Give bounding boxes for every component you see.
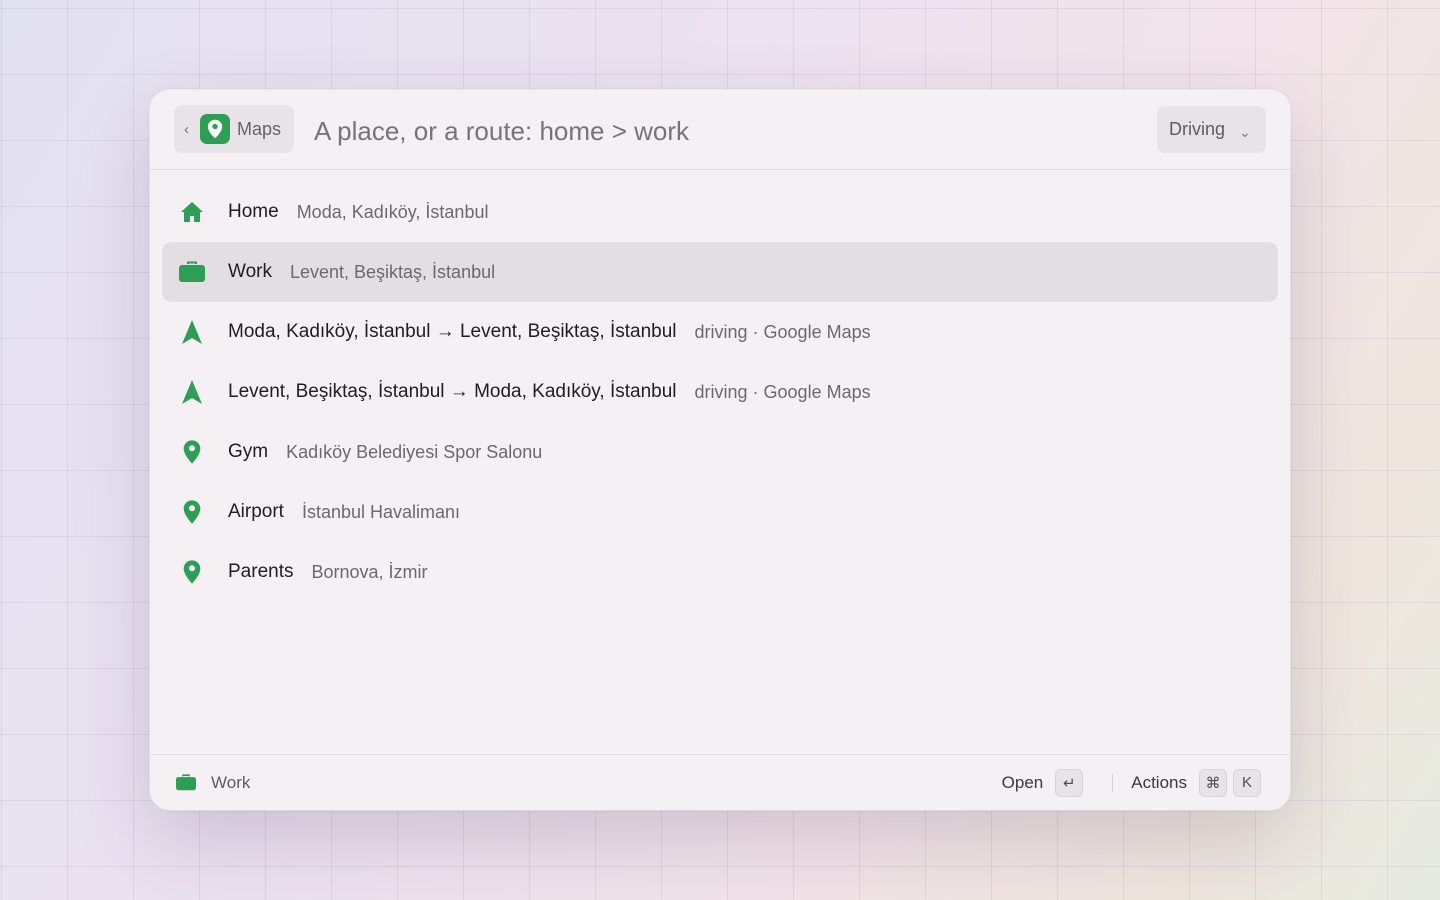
header-bar: ‹ Maps Driving ⌄: [150, 90, 1290, 170]
result-title: Home: [228, 201, 279, 222]
result-subtitle: Moda, Kadıköy, İstanbul: [296, 201, 489, 222]
map-pin-icon: [179, 499, 205, 525]
result-title: Gym: [228, 441, 269, 462]
result-subtitle: İstanbul Havalimanı: [301, 501, 461, 522]
briefcase-icon: [179, 259, 205, 285]
result-item-route-work-home[interactable]: Levent, Beşiktaş, İstanbul → Moda, Kadık…: [162, 362, 1278, 422]
back-button[interactable]: ‹ Maps: [174, 105, 294, 153]
travel-mode-label: Driving: [1169, 119, 1226, 139]
result-title: Levent, Beşiktaş, İstanbul → Moda, Kadık…: [228, 381, 677, 402]
map-pin-icon: [200, 114, 230, 144]
result-item-airport[interactable]: Airport İstanbul Havalimanı: [162, 482, 1278, 542]
result-subtitle: driving · Google Maps: [694, 321, 871, 342]
result-subtitle: driving · Google Maps: [694, 381, 871, 402]
navigation-arrow-icon: [179, 319, 205, 345]
result-subtitle: Kadıköy Belediyesi Spor Salonu: [286, 441, 543, 462]
search-input[interactable]: [312, 112, 1116, 150]
maps-command-window: ‹ Maps Driving ⌄ Home Moda, Kadıköy, İst…: [150, 90, 1290, 810]
map-pin-icon: [179, 439, 205, 465]
result-subtitle: Levent, Beşiktaş, İstanbul: [289, 261, 496, 282]
result-subtitle: Bornova, İzmir: [311, 561, 428, 582]
result-item-work[interactable]: Work Levent, Beşiktaş, İstanbul: [162, 242, 1278, 302]
result-title: Airport: [228, 501, 284, 522]
footer-bar: Work Open ↵ Actions ⌘ K: [150, 754, 1290, 810]
return-key-hint: ↵: [1055, 768, 1084, 797]
briefcase-icon: [176, 773, 196, 793]
travel-mode-dropdown[interactable]: Driving ⌄: [1157, 106, 1266, 153]
footer-divider: [1112, 773, 1114, 792]
result-item-gym[interactable]: Gym Kadıköy Belediyesi Spor Salonu: [162, 422, 1278, 482]
result-title: Work: [228, 261, 272, 282]
chevron-left-icon: ‹: [184, 120, 189, 138]
results-list: Home Moda, Kadıköy, İstanbul Work Levent…: [162, 182, 1278, 602]
home-icon: [179, 199, 205, 225]
selected-item-label: Work: [211, 772, 251, 792]
result-title: Moda, Kadıköy, İstanbul → Levent, Beşikt…: [228, 321, 677, 342]
chevron-down-icon: ⌄: [1239, 124, 1251, 140]
app-name: Maps: [237, 118, 282, 139]
result-item-route-home-work[interactable]: Moda, Kadıköy, İstanbul → Levent, Beşikt…: [162, 302, 1278, 362]
map-pin-icon: [179, 559, 205, 585]
open-button[interactable]: Open: [1002, 773, 1044, 793]
result-item-parents[interactable]: Parents Bornova, İzmir: [162, 542, 1278, 602]
command-key-hint: ⌘: [1199, 768, 1227, 797]
actions-button[interactable]: Actions: [1131, 773, 1187, 793]
k-key-hint: K: [1233, 768, 1261, 797]
navigation-arrow-icon: [179, 379, 205, 405]
footer-actions: Open ↵ Actions ⌘ K: [1002, 755, 1261, 810]
result-item-home[interactable]: Home Moda, Kadıköy, İstanbul: [162, 182, 1278, 242]
result-title: Parents: [228, 561, 294, 582]
